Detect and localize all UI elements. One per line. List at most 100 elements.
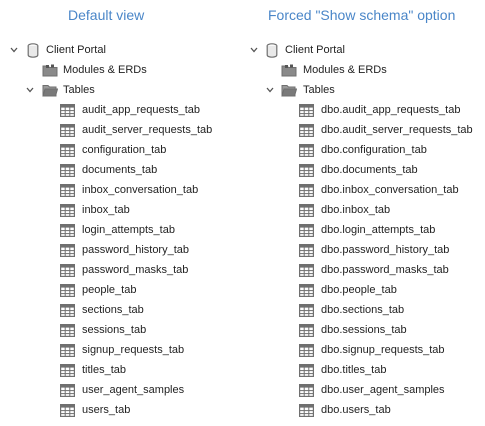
show-schema-heading: Forced "Show schema" option [268,7,456,23]
table-tree-item[interactable]: user_agent_samples [0,380,240,400]
table-tree-item[interactable]: dbo.sections_tab [240,300,480,320]
database-icon [264,42,280,58]
table-icon [59,362,75,378]
table-name: dbo.user_agent_samples [321,384,445,396]
table-tree-item[interactable]: people_tab [0,280,240,300]
table-name: dbo.sections_tab [321,304,405,316]
table-tree-item[interactable]: configuration_tab [0,140,240,160]
table-name: user_agent_samples [82,384,185,396]
table-tree-item[interactable]: inbox_tab [0,200,240,220]
table-icon [298,402,314,418]
table-tree-item[interactable]: dbo.login_attempts_tab [240,220,480,240]
table-icon [298,342,314,358]
table-icon [59,102,75,118]
database-label: Client Portal [285,44,345,56]
table-icon [59,402,75,418]
database-icon [25,42,41,58]
table-tree-item[interactable]: sessions_tab [0,320,240,340]
table-tree-item[interactable]: dbo.people_tab [240,280,480,300]
table-name: users_tab [82,404,131,416]
table-icon [298,282,314,298]
table-tree-item[interactable]: audit_server_requests_tab [0,120,240,140]
table-tree-item[interactable]: password_masks_tab [0,260,240,280]
table-icon [298,262,314,278]
table-icon [298,182,314,198]
folder-open-icon [281,82,297,98]
table-icon [59,182,75,198]
modules-label: Modules & ERDs [303,64,387,76]
table-name: dbo.audit_app_requests_tab [321,104,461,116]
table-icon [59,242,75,258]
tree-node-tables-folder[interactable]: Tables [0,80,240,100]
table-tree-item[interactable]: dbo.inbox_tab [240,200,480,220]
table-tree-item[interactable]: login_attempts_tab [0,220,240,240]
table-icon [59,142,75,158]
table-tree-item[interactable]: password_history_tab [0,240,240,260]
table-name: dbo.documents_tab [321,164,418,176]
table-name: signup_requests_tab [82,344,185,356]
table-tree-item[interactable]: dbo.configuration_tab [240,140,480,160]
table-name: dbo.sessions_tab [321,324,407,336]
folder-icon [281,62,297,78]
table-icon [298,142,314,158]
chevron-down-icon[interactable] [249,45,259,55]
table-list: dbo.audit_app_requests_tab dbo.audit_serv… [240,100,480,420]
table-name: dbo.inbox_conversation_tab [321,184,459,196]
table-name: audit_app_requests_tab [82,104,201,116]
table-name: configuration_tab [82,144,167,156]
table-tree-item[interactable]: signup_requests_tab [0,340,240,360]
table-icon [298,242,314,258]
table-name: people_tab [82,284,137,296]
table-icon [298,102,314,118]
tree-node-modules[interactable]: Modules & ERDs [0,60,240,80]
table-name: titles_tab [82,364,127,376]
table-icon [59,342,75,358]
table-tree-item[interactable]: dbo.signup_requests_tab [240,340,480,360]
table-icon [59,382,75,398]
table-name: dbo.titles_tab [321,364,387,376]
table-name: inbox_tab [82,204,130,216]
table-tree-item[interactable]: titles_tab [0,360,240,380]
table-tree-item[interactable]: dbo.audit_app_requests_tab [240,100,480,120]
table-name: inbox_conversation_tab [82,184,199,196]
table-tree-item[interactable]: documents_tab [0,160,240,180]
tree-node-tables-folder[interactable]: Tables [240,80,480,100]
table-name: dbo.signup_requests_tab [321,344,445,356]
table-icon [59,162,75,178]
table-name: dbo.password_history_tab [321,244,450,256]
table-icon [298,122,314,138]
tables-folder-label: Tables [63,84,95,96]
table-tree-item[interactable]: dbo.password_masks_tab [240,260,480,280]
table-tree-item[interactable]: dbo.titles_tab [240,360,480,380]
table-tree-item[interactable]: dbo.documents_tab [240,160,480,180]
table-tree-item[interactable]: dbo.sessions_tab [240,320,480,340]
table-tree-item[interactable]: dbo.user_agent_samples [240,380,480,400]
table-tree-item[interactable]: dbo.users_tab [240,400,480,420]
table-icon [59,282,75,298]
table-tree-item[interactable]: dbo.inbox_conversation_tab [240,180,480,200]
tree-node-database[interactable]: Client Portal [240,40,480,60]
table-icon [298,382,314,398]
table-tree-item[interactable]: dbo.password_history_tab [240,240,480,260]
chevron-down-icon[interactable] [265,85,275,95]
table-name: sections_tab [82,304,144,316]
table-tree-item[interactable]: audit_app_requests_tab [0,100,240,120]
table-tree-item[interactable]: sections_tab [0,300,240,320]
table-tree-item[interactable]: dbo.audit_server_requests_tab [240,120,480,140]
modules-label: Modules & ERDs [63,64,147,76]
table-icon [298,202,314,218]
table-tree-item[interactable]: users_tab [0,400,240,420]
tables-folder-label: Tables [303,84,335,96]
table-name: dbo.users_tab [321,404,391,416]
tree-node-database[interactable]: Client Portal [0,40,240,60]
table-name: audit_server_requests_tab [82,124,213,136]
chevron-down-icon[interactable] [9,45,19,55]
tree-node-modules[interactable]: Modules & ERDs [240,60,480,80]
table-icon [59,202,75,218]
table-name: login_attempts_tab [82,224,175,236]
chevron-down-icon[interactable] [25,85,35,95]
folder-open-icon [42,82,58,98]
show-schema-tree: Client Portal Modules & ERDs Tables dbo.… [240,40,480,420]
table-tree-item[interactable]: inbox_conversation_tab [0,180,240,200]
table-icon [59,262,75,278]
